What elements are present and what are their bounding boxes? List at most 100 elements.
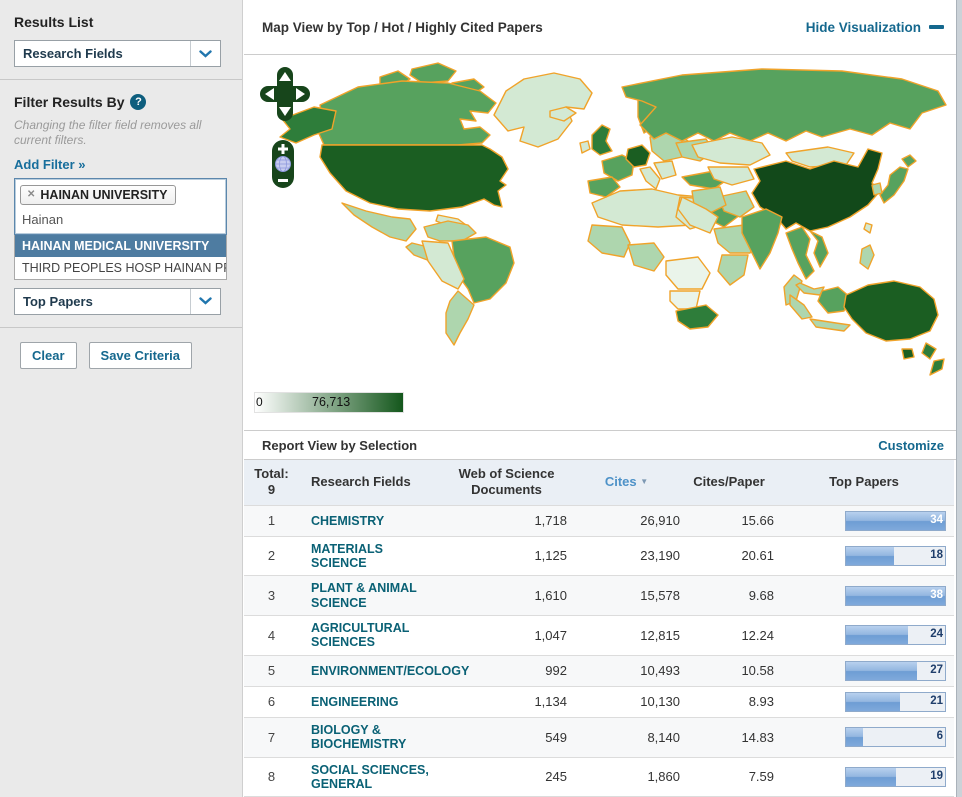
row-field-link[interactable]: MATERIALS SCIENCE xyxy=(311,542,440,571)
hide-visualization-link[interactable]: Hide Visualization xyxy=(806,20,944,35)
row-cites-per-paper: 14.83 xyxy=(684,717,774,757)
column-research-fields[interactable]: Research Fields xyxy=(299,460,444,505)
row-cites-per-paper: 12.24 xyxy=(684,616,774,656)
filter-suggestions: HAINAN MEDICAL UNIVERSITY THIRD PEOPLES … xyxy=(14,235,227,280)
top-papers-bar-value: 34 xyxy=(930,514,943,526)
row-rank: 1 xyxy=(244,505,299,536)
chevron-down-icon xyxy=(190,289,220,314)
scrollbar-track[interactable] xyxy=(956,0,962,797)
top-papers-bar: 24 xyxy=(845,625,946,645)
top-papers-bar-value: 21 xyxy=(930,695,943,707)
top-papers-bar-fill xyxy=(846,693,900,711)
row-cites: 1,860 xyxy=(569,757,684,797)
row-field-link[interactable]: PLANT & ANIMAL SCIENCE xyxy=(311,581,440,610)
help-icon[interactable]: ? xyxy=(130,94,146,110)
metric-selected-value: Top Papers xyxy=(15,289,190,314)
column-cites-per-paper[interactable]: Cites/Paper xyxy=(684,460,774,505)
row-field-link[interactable]: AGRICULTURAL SCIENCES xyxy=(311,621,440,650)
results-list-section: Results List Research Fields xyxy=(0,0,242,79)
results-list-select[interactable]: Research Fields xyxy=(14,40,221,67)
clear-button[interactable]: Clear xyxy=(20,342,77,369)
row-rank: 3 xyxy=(244,576,299,616)
row-cites: 12,815 xyxy=(569,616,684,656)
filter-input[interactable]: ✕ HAINAN UNIVERSITY Hainan xyxy=(14,178,227,235)
save-criteria-button[interactable]: Save Criteria xyxy=(89,342,193,369)
row-cites-per-paper: 8.93 xyxy=(684,686,774,717)
map-view-title: Map View by Top / Hot / Highly Cited Pap… xyxy=(262,20,543,35)
top-papers-bar: 27 xyxy=(845,661,946,681)
remove-tag-icon[interactable]: ✕ xyxy=(27,189,35,200)
row-field-link[interactable]: SOCIAL SCIENCES, GENERAL xyxy=(311,763,440,792)
report-table: Total:9 Research Fields Web of ScienceDo… xyxy=(244,460,954,797)
globe-icon xyxy=(276,157,291,172)
row-cites: 8,140 xyxy=(569,717,684,757)
choropleth-map-svg[interactable] xyxy=(262,57,952,389)
metric-select[interactable]: Top Papers xyxy=(14,288,221,315)
top-papers-bar-value: 38 xyxy=(930,589,943,601)
top-papers-bar-value: 6 xyxy=(937,730,943,742)
row-cites-per-paper: 10.58 xyxy=(684,655,774,686)
row-field-link[interactable]: BIOLOGY & BIOCHEMISTRY xyxy=(311,723,440,752)
column-cites-sorted[interactable]: Cites ▼ xyxy=(569,460,684,505)
top-papers-bar-value: 24 xyxy=(930,628,943,640)
filter-note-text: Changing the filter field removes all cu… xyxy=(14,118,224,148)
row-rank: 7 xyxy=(244,717,299,757)
table-row: 1 CHEMISTRY 1,718 26,910 15.66 34 xyxy=(244,505,954,536)
row-cites-per-paper: 7.59 xyxy=(684,757,774,797)
report-table-body: 1 CHEMISTRY 1,718 26,910 15.66 34 2 MATE… xyxy=(244,505,954,797)
zoom-out-icon xyxy=(278,179,288,182)
table-row: 5 ENVIRONMENT/ECOLOGY 992 10,493 10.58 2… xyxy=(244,655,954,686)
results-list-label: Results List xyxy=(14,14,228,30)
row-cites: 10,130 xyxy=(569,686,684,717)
legend-min-value: 0 xyxy=(256,395,263,409)
filter-typed-query[interactable]: Hainan xyxy=(20,205,221,232)
top-papers-bar-fill xyxy=(846,662,917,680)
row-docs: 245 xyxy=(444,757,569,797)
row-docs: 1,610 xyxy=(444,576,569,616)
filter-tag-label: HAINAN UNIVERSITY xyxy=(40,188,167,202)
row-docs: 1,134 xyxy=(444,686,569,717)
world-map[interactable]: 0 76,713 xyxy=(244,55,962,430)
customize-link[interactable]: Customize xyxy=(878,438,944,453)
total-header: Total:9 xyxy=(244,460,299,505)
top-papers-bar: 6 xyxy=(845,727,946,747)
row-field-link[interactable]: ENGINEERING xyxy=(311,695,399,709)
chevron-down-icon xyxy=(190,41,220,66)
table-row: 7 BIOLOGY & BIOCHEMISTRY 549 8,140 14.83… xyxy=(244,717,954,757)
legend-max-value: 76,713 xyxy=(312,395,350,409)
row-rank: 2 xyxy=(244,536,299,576)
suggestion-item[interactable]: HAINAN MEDICAL UNIVERSITY xyxy=(15,235,226,257)
top-papers-bar-fill xyxy=(846,768,896,786)
row-docs: 1,718 xyxy=(444,505,569,536)
add-filter-link[interactable]: Add Filter » xyxy=(14,157,86,172)
table-row: 2 MATERIALS SCIENCE 1,125 23,190 20.61 1… xyxy=(244,536,954,576)
sort-descending-icon: ▼ xyxy=(640,477,648,486)
map-pan-control[interactable] xyxy=(260,67,310,121)
row-rank: 4 xyxy=(244,616,299,656)
top-papers-bar-fill xyxy=(846,626,908,644)
suggestion-item[interactable]: THIRD PEOPLES HOSP HAINAN PROV xyxy=(15,257,226,279)
sidebar: Results List Research Fields Filter Resu… xyxy=(0,0,243,797)
row-field-link[interactable]: CHEMISTRY xyxy=(311,514,384,528)
top-papers-bar: 21 xyxy=(845,692,946,712)
map-zoom-control[interactable] xyxy=(271,139,295,189)
row-cites: 15,578 xyxy=(569,576,684,616)
filter-tag: ✕ HAINAN UNIVERSITY xyxy=(20,185,176,205)
top-papers-bar: 34 xyxy=(845,511,946,531)
top-papers-bar: 19 xyxy=(845,767,946,787)
report-table-header-row: Total:9 Research Fields Web of ScienceDo… xyxy=(244,460,954,505)
esi-page: Results List Research Fields Filter Resu… xyxy=(0,0,962,797)
table-row: 3 PLANT & ANIMAL SCIENCE 1,610 15,578 9.… xyxy=(244,576,954,616)
column-top-papers[interactable]: Top Papers xyxy=(774,460,954,505)
filter-section: Filter Results By ? Changing the filter … xyxy=(0,80,242,327)
row-rank: 5 xyxy=(244,655,299,686)
row-rank: 6 xyxy=(244,686,299,717)
top-papers-bar-value: 27 xyxy=(930,664,943,676)
row-docs: 1,047 xyxy=(444,616,569,656)
row-field-link[interactable]: ENVIRONMENT/ECOLOGY xyxy=(311,664,469,678)
report-view-header: Report View by Selection Customize xyxy=(244,430,962,460)
top-papers-bar-fill xyxy=(846,547,894,565)
column-wos-documents[interactable]: Web of ScienceDocuments xyxy=(444,460,569,505)
row-cites: 26,910 xyxy=(569,505,684,536)
top-papers-bar-value: 18 xyxy=(930,549,943,561)
